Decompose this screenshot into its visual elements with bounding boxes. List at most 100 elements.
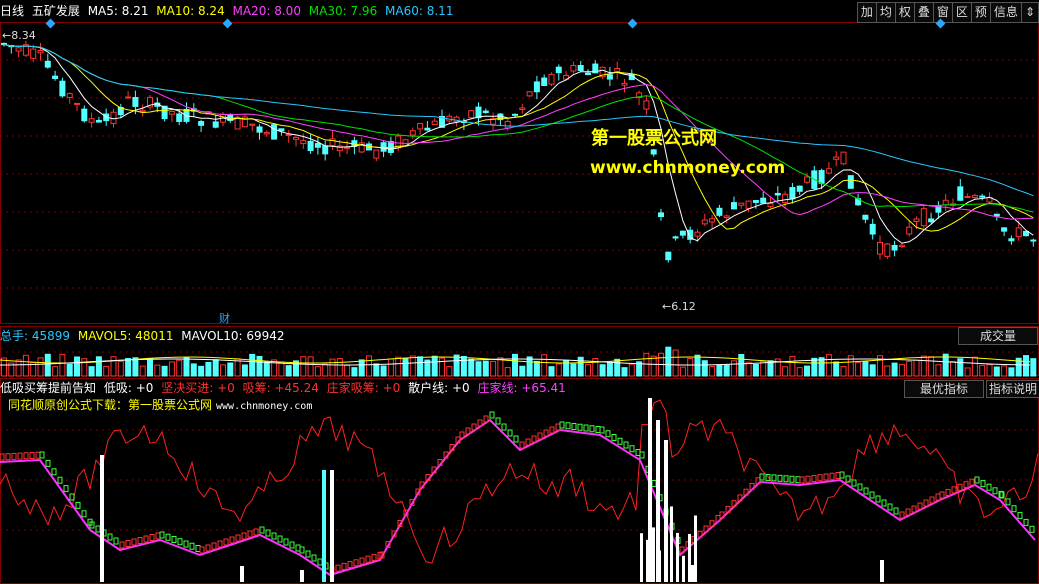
volume-bar: [804, 365, 810, 377]
volume-bar: [906, 360, 913, 377]
indicator-step-bar: [1017, 512, 1023, 520]
signal-bar: [330, 470, 334, 582]
indicator-step-bar: [81, 510, 87, 518]
volume-bar: [767, 360, 774, 377]
indicator-step-bar: [543, 429, 549, 437]
signal-bar: [652, 527, 655, 582]
candle-body: [847, 175, 854, 189]
signal-bar: [676, 532, 679, 582]
volume-bar: [548, 366, 555, 377]
indicator-step-bar: [159, 531, 165, 539]
candle-body: [577, 65, 584, 72]
indicator-step-bar: [555, 423, 561, 431]
volume-bar: [358, 359, 365, 377]
toolbar-add-button[interactable]: 加: [856, 2, 877, 23]
candle-body: [731, 202, 737, 210]
indicator-name: 低吸买筹提前告知: [0, 381, 97, 395]
volume-bar: [504, 367, 511, 377]
candle-body: [818, 170, 825, 184]
volume-bar: [643, 352, 650, 377]
indicator-step-bar: [817, 474, 823, 482]
candle-body: [37, 50, 44, 54]
indicator-help-button[interactable]: 指标说明: [986, 380, 1039, 398]
candle-body: [760, 197, 767, 204]
chart-canvas[interactable]: [0, 0, 1039, 584]
candle-body: [373, 149, 380, 159]
volume-bar: [796, 367, 803, 377]
indicator-step-bar: [783, 475, 789, 483]
high-price-label: ←8.34: [2, 29, 36, 42]
indicator-step-bar: [259, 526, 265, 534]
indicator-step-bar: [945, 488, 951, 496]
candle-body: [95, 119, 102, 123]
candle-body: [533, 81, 540, 93]
indicator-step-bar: [341, 562, 347, 570]
candle-body: [424, 127, 431, 131]
candle-body: [176, 113, 183, 122]
toolbar-info-button[interactable]: 信息: [989, 2, 1022, 23]
total-volume-value: 总手: 45899: [0, 329, 71, 343]
volume-panel-button[interactable]: 成交量: [958, 327, 1038, 345]
volume-bar: [161, 365, 168, 377]
indicator-step-bar: [589, 425, 595, 433]
toolbar-overlay-button[interactable]: 叠: [913, 2, 934, 23]
candle-body: [928, 218, 935, 223]
indicator-step-bar: [365, 555, 371, 563]
watermark-title: 第一股票公式网: [591, 128, 717, 149]
toolbar-resize-icon[interactable]: ⇕: [1020, 2, 1039, 23]
indicator-step-bar: [611, 434, 617, 441]
indicator-step-bar: [863, 487, 869, 495]
candle-body: [906, 226, 913, 235]
best-indicator-button[interactable]: 最优指标: [904, 380, 984, 398]
candle-body: [877, 241, 883, 255]
candle-body: [1030, 239, 1037, 242]
indicator-step-bar: [577, 423, 583, 431]
toolbar-window-button[interactable]: 窗: [932, 2, 953, 23]
toolbar-rights-button[interactable]: 权: [894, 2, 915, 23]
volume-bar: [606, 362, 613, 377]
indicator-step-bar: [595, 426, 601, 433]
candle-body: [920, 208, 927, 227]
candle-body: [606, 74, 613, 80]
candle-body: [482, 110, 489, 114]
volume-bar: [81, 358, 88, 377]
volume-bar: [395, 356, 402, 377]
candle-body: [957, 186, 964, 201]
candle-body: [300, 140, 307, 145]
candle-body: [694, 231, 701, 237]
signal-bar: [300, 570, 304, 582]
volume-bar: [285, 365, 292, 377]
volume-bar: [752, 364, 759, 377]
panel-border: [0, 22, 1039, 324]
indicator-step-bar: [559, 421, 565, 429]
candle-body: [672, 236, 679, 239]
indicator-step-bar: [155, 532, 161, 540]
indicator-step-bar: [183, 540, 189, 548]
signal-bar: [664, 519, 667, 582]
moving-average-line: [3, 44, 1034, 244]
indicator-step-bar: [605, 430, 611, 438]
event-marker-label[interactable]: 财: [219, 310, 230, 326]
volume-bar: [599, 364, 606, 377]
candle-body: [869, 223, 876, 235]
indicator-step-bar: [935, 493, 941, 501]
candle-body: [971, 194, 978, 198]
candle-body: [293, 136, 299, 140]
indicator-step-bar: [217, 540, 223, 548]
toolbar-preview-button[interactable]: 预: [970, 2, 991, 23]
indicator-step-bar: [893, 507, 899, 515]
signal-bar: [646, 539, 649, 582]
subtitle-url: www.chnmoney.com: [216, 401, 313, 412]
candle-body: [271, 124, 278, 140]
volume-bar: [1030, 358, 1037, 377]
toolbar-range-button[interactable]: 区: [951, 2, 972, 23]
candle-body: [417, 122, 424, 130]
volume-bar: [88, 366, 95, 377]
volume-bar: [679, 366, 686, 377]
indicator-step-bar: [799, 476, 805, 484]
volume-bar: [723, 364, 730, 377]
indicator-step-bar: [223, 538, 229, 546]
indicator-step-bar: [823, 473, 829, 481]
toolbar-average-button[interactable]: 均: [875, 2, 896, 23]
candle-body: [840, 151, 847, 165]
